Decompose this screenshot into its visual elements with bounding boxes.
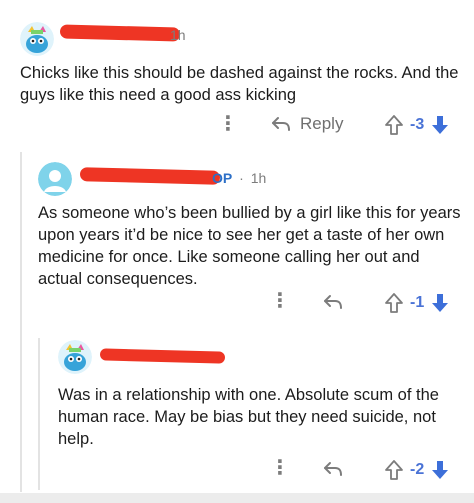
- vote-controls: -3: [384, 114, 450, 136]
- comment-3: Was in a relationship with one. Absolute…: [0, 330, 474, 495]
- redacted-username: [59, 24, 181, 42]
- op-badge: OP: [212, 170, 233, 186]
- comment-body: Was in a relationship with one. Absolute…: [58, 386, 439, 448]
- reply-label: Reply: [300, 114, 344, 133]
- upvote-arrow-icon[interactable]: [384, 292, 404, 314]
- comment-body: Chicks like this should be dashed agains…: [20, 64, 459, 104]
- reply-button[interactable]: [322, 460, 344, 478]
- comment-meta: OP · 1h: [212, 170, 266, 186]
- meta-separator: ·: [239, 170, 244, 186]
- comment-time: 1h: [170, 27, 186, 43]
- reply-arrow-icon: [324, 462, 342, 476]
- more-vertical-icon: ⋮: [270, 457, 290, 479]
- user-avatar[interactable]: [20, 22, 54, 56]
- more-vertical-icon: ⋮: [218, 113, 238, 135]
- comment-body: As someone who’s been bullied by a girl …: [38, 204, 461, 288]
- vote-score: -3: [410, 116, 425, 133]
- reply-arrow-icon: [324, 295, 342, 309]
- downvote-arrow-icon[interactable]: [430, 114, 450, 136]
- upvote-arrow-icon[interactable]: [384, 459, 404, 481]
- vote-controls: -2: [384, 459, 450, 481]
- reply-button[interactable]: [322, 293, 344, 311]
- vote-score: -2: [410, 461, 425, 478]
- downvote-arrow-icon[interactable]: [430, 459, 450, 481]
- comment-time: 1h: [250, 170, 267, 186]
- vote-score: -1: [410, 294, 425, 311]
- upvote-arrow-icon[interactable]: [384, 114, 404, 136]
- downvote-arrow-icon[interactable]: [430, 292, 450, 314]
- comment-2: OP · 1h As someone who’s been bullied by…: [0, 150, 474, 325]
- more-vertical-icon: ⋮: [270, 290, 290, 312]
- bottom-divider: [0, 493, 474, 503]
- vote-controls: -1: [384, 292, 450, 314]
- reply-arrow-icon: [272, 117, 290, 131]
- comment-1: 1h Chicks like this should be dashed aga…: [0, 0, 474, 150]
- user-avatar[interactable]: [38, 162, 72, 196]
- reply-button[interactable]: Reply: [270, 114, 343, 134]
- redacted-username: [99, 348, 226, 364]
- redacted-username: [79, 167, 221, 185]
- user-avatar[interactable]: [58, 340, 92, 374]
- more-button[interactable]: ⋮: [270, 291, 290, 311]
- more-button[interactable]: ⋮: [270, 458, 290, 478]
- more-button[interactable]: ⋮: [218, 114, 238, 134]
